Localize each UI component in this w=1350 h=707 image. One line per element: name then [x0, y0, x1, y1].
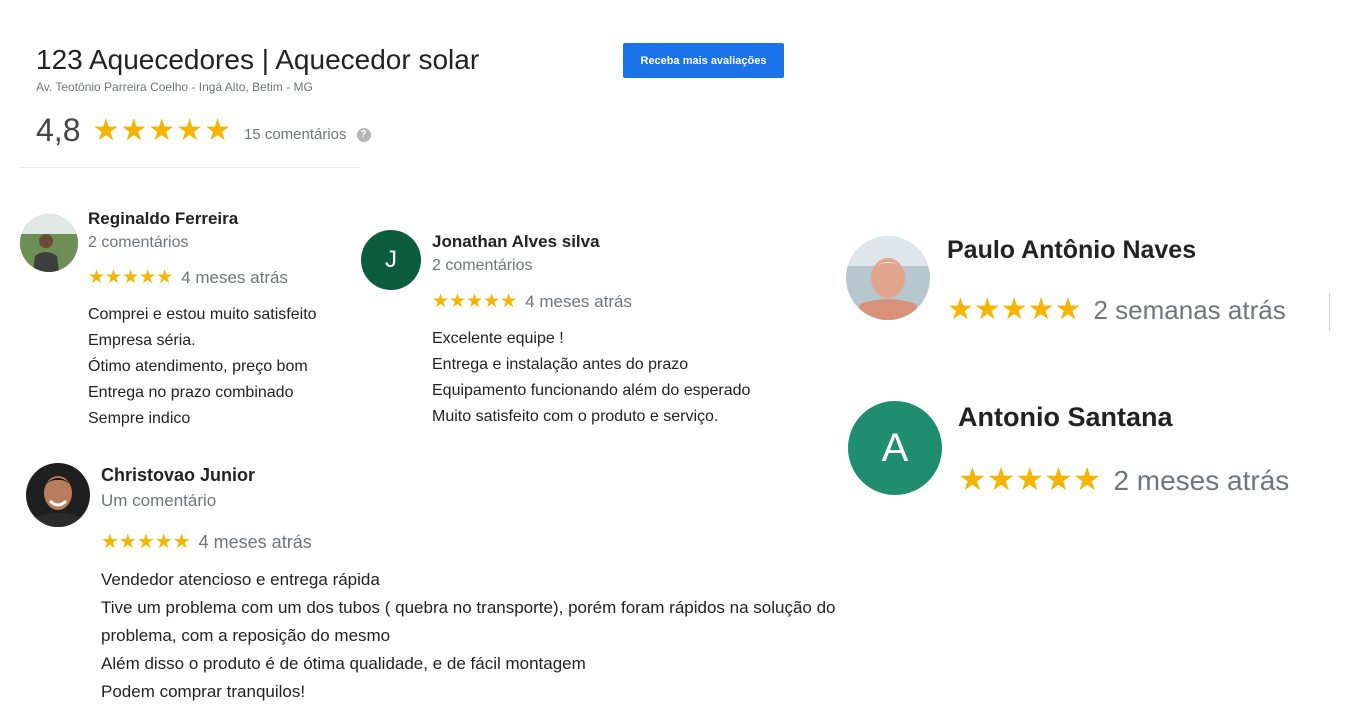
review-line: Ótimo atendimento, preço bom — [88, 358, 308, 375]
reviewer-name[interactable]: Christovao Junior — [101, 465, 255, 486]
get-more-reviews-button[interactable]: Receba mais avaliações — [623, 43, 784, 78]
review-stars: ★★★★★ — [101, 531, 191, 553]
review-line: problema, com a reposição do mesmo — [101, 626, 391, 645]
reviewer-review-count: 2 comentários — [432, 257, 533, 274]
review-count-link[interactable]: 15 comentários — [244, 126, 347, 143]
overall-rating: 4,8 ★★★★★ 15 comentários ? — [36, 112, 371, 149]
review-stars: ★★★★★ — [432, 291, 518, 312]
review-line: Podem comprar tranquilos! — [101, 682, 306, 701]
business-title: 123 Aquecedores | Aquecedor solar — [36, 44, 480, 75]
review-line: Muito satisfeito com o produto e serviço… — [432, 408, 719, 425]
review-stars: ★★★★★ — [88, 267, 174, 288]
user-photo-icon — [26, 463, 90, 527]
reviewer-review-count: 2 comentários — [88, 234, 189, 251]
review-line: Tive um problema com um dos tubos ( queb… — [101, 598, 836, 617]
avatar[interactable] — [20, 214, 78, 272]
review-date: 4 meses atrás — [181, 268, 288, 287]
review-line: Sempre indico — [88, 410, 191, 427]
review-text: Vendedor atencioso e entrega rápida Tive… — [101, 566, 836, 706]
avatar[interactable] — [846, 236, 930, 320]
avatar-initial[interactable]: A — [848, 401, 942, 495]
review-rating: ★★★★★ 4 meses atrás — [88, 266, 288, 289]
review-rating: ★★★★★ 2 meses atrás — [958, 460, 1289, 498]
review-line: Excelente equipe ! — [432, 330, 564, 347]
reviewer-name[interactable]: Paulo Antônio Naves — [947, 236, 1196, 265]
user-photo-icon — [846, 236, 930, 320]
review-rating: ★★★★★ 2 semanas atrás — [947, 292, 1286, 327]
review-line: Além disso o produto é de ótima qualidad… — [101, 654, 586, 673]
review-stars: ★★★★★ — [947, 293, 1082, 326]
avatar[interactable] — [26, 463, 90, 527]
review-line: Entrega no prazo combinado — [88, 384, 294, 401]
review-date: 4 meses atrás — [525, 292, 632, 311]
divider — [20, 167, 360, 168]
review-rating: ★★★★★ 4 meses atrás — [101, 529, 312, 554]
reviewer-name[interactable]: Jonathan Alves silva — [432, 232, 600, 252]
review-date: 2 meses atrás — [1113, 465, 1290, 496]
review-text: Comprei e estou muito satisfeito Empresa… — [88, 302, 317, 432]
rating-stars: ★★★★★ — [92, 114, 232, 147]
review-date: 4 meses atrás — [198, 532, 312, 552]
user-photo-icon — [20, 214, 78, 272]
review-line: Empresa séria. — [88, 332, 196, 349]
review-line: Equipamento funcionando além do esperado — [432, 382, 751, 399]
review-date: 2 semanas atrás — [1093, 295, 1286, 325]
help-icon[interactable]: ? — [356, 127, 371, 142]
avatar-initial[interactable]: J — [361, 230, 421, 290]
business-address: Av. Teotônio Parreira Coelho - Ingá Alto… — [36, 80, 313, 94]
review-text: Excelente equipe ! Entrega e instalação … — [432, 326, 750, 430]
review-line: Entrega e instalação antes do prazo — [432, 356, 689, 373]
review-rating: ★★★★★ 4 meses atrás — [432, 290, 632, 313]
reviewer-name[interactable]: Antonio Santana — [958, 402, 1173, 433]
reviewer-name[interactable]: Reginaldo Ferreira — [88, 209, 238, 229]
review-stars: ★★★★★ — [958, 461, 1102, 497]
review-line: Vendedor atencioso e entrega rápida — [101, 570, 380, 589]
reviewer-review-count: Um comentário — [101, 491, 217, 510]
review-line: Comprei e estou muito satisfeito — [88, 306, 317, 323]
rating-value: 4,8 — [36, 112, 81, 148]
divider — [1329, 293, 1330, 331]
